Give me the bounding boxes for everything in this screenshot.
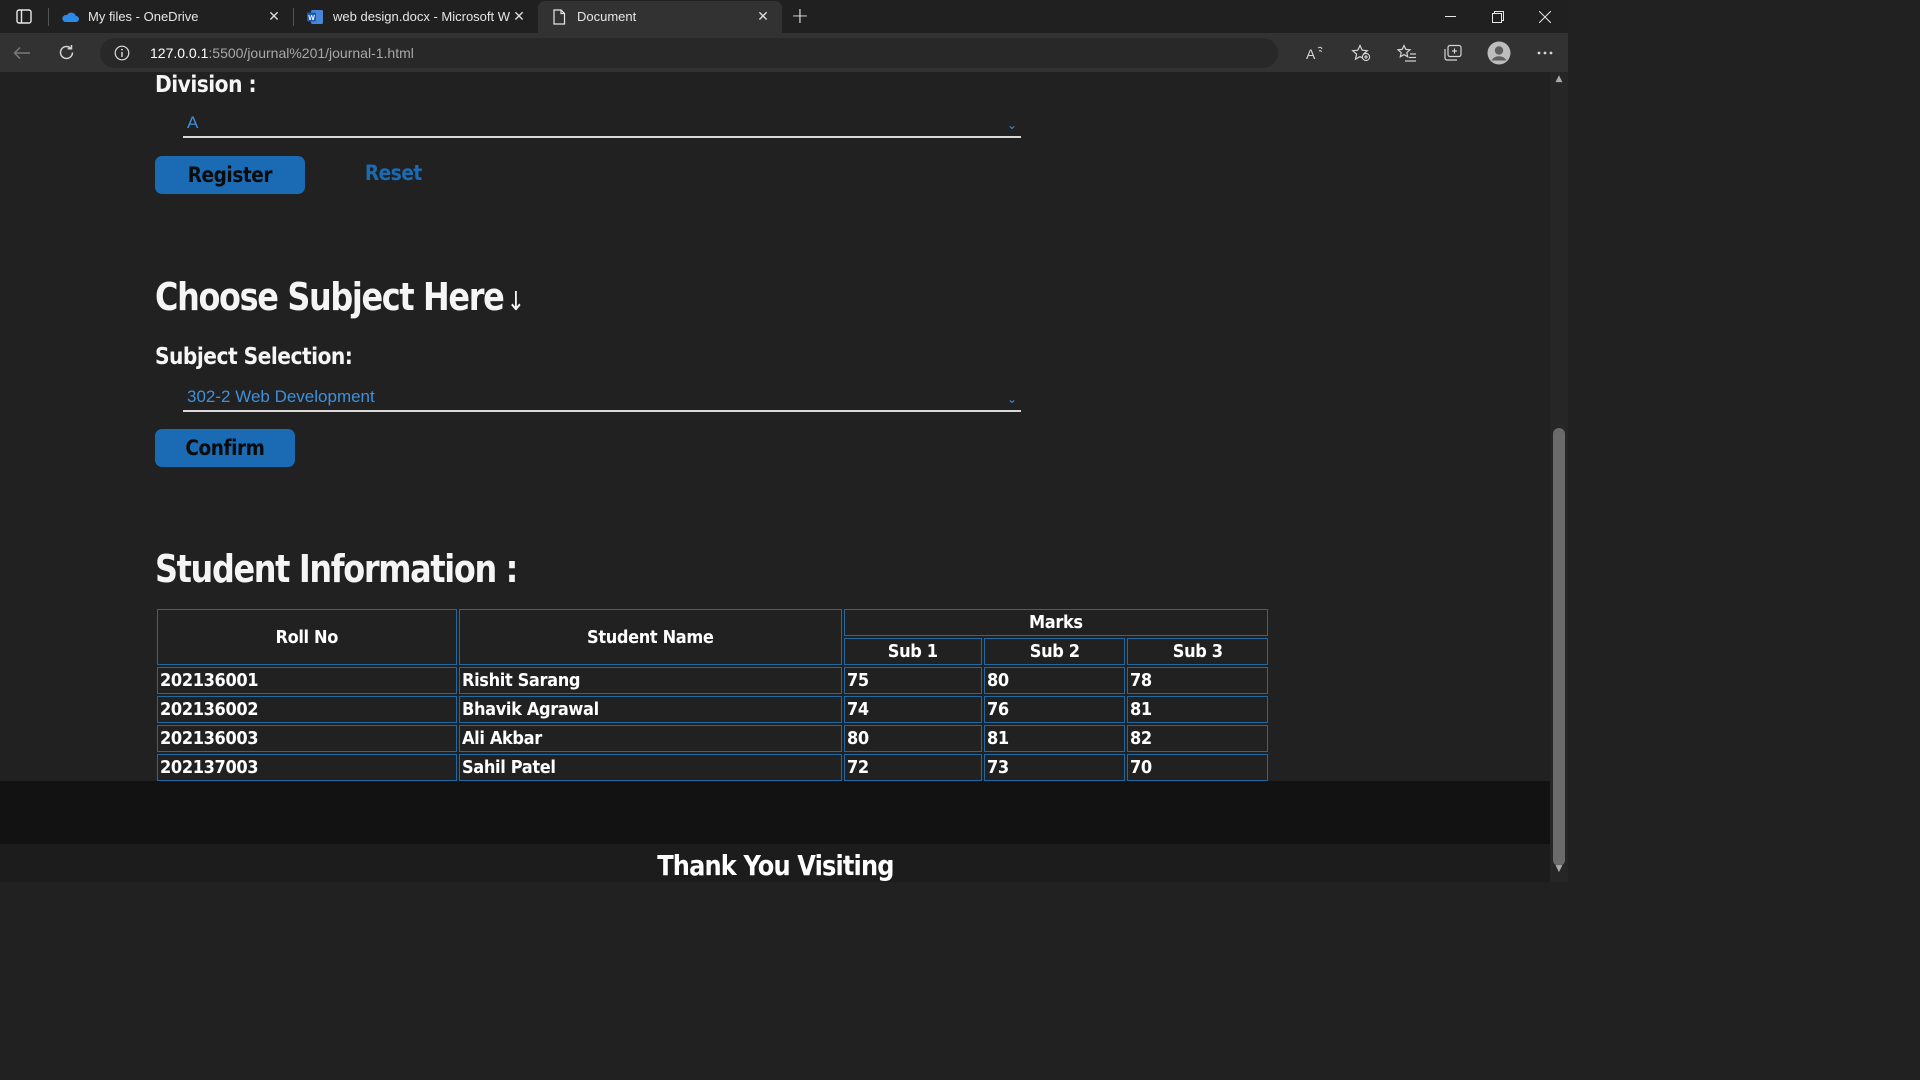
confirm-button[interactable]: Confirm <box>155 429 295 467</box>
student-name-cell: Rishit Sarang <box>459 667 842 694</box>
student-info-heading: Student Information : <box>155 547 518 591</box>
tab-title: Document <box>577 9 637 24</box>
close-icon[interactable]: ✕ <box>510 8 528 25</box>
roll-no-header: Roll No <box>157 609 457 665</box>
table-row: 202136002 Bhavik Agrawal 74 76 81 <box>157 696 1268 723</box>
sub2-cell: 73 <box>984 754 1125 781</box>
onedrive-icon <box>61 8 79 26</box>
window-close-icon[interactable] <box>1521 0 1568 33</box>
window-controls <box>1427 0 1568 33</box>
favorites-icon[interactable] <box>1384 33 1430 72</box>
roll-no-cell: 202136001 <box>157 667 457 694</box>
sub2-cell: 76 <box>984 696 1125 723</box>
read-aloud-icon[interactable]: A <box>1292 33 1338 72</box>
scroll-down-arrow-icon[interactable]: ▼ <box>1550 864 1568 880</box>
tab-word-document[interactable]: W web design.docx - Microsoft Wo ✕ <box>294 1 538 33</box>
sub2-cell: 81 <box>984 725 1125 752</box>
footer-message: Thank You Visiting <box>656 849 894 882</box>
sub2-header: Sub 2 <box>984 638 1125 665</box>
table-header-row: Roll No Student Name Marks <box>157 609 1268 665</box>
back-icon[interactable] <box>0 33 44 72</box>
restore-icon[interactable] <box>1474 0 1521 33</box>
word-icon: W <box>306 8 324 26</box>
page-footer: Thank You Visiting <box>0 781 1550 882</box>
tab-title: web design.docx - Microsoft Wo <box>333 9 510 24</box>
add-favorite-icon[interactable] <box>1338 33 1384 72</box>
tab-title: My files - OneDrive <box>88 9 199 24</box>
sub3-cell: 70 <box>1127 754 1268 781</box>
collections-icon[interactable] <box>1430 33 1476 72</box>
sub3-cell: 82 <box>1127 725 1268 752</box>
sub3-cell: 81 <box>1127 696 1268 723</box>
minimize-icon[interactable] <box>1427 0 1474 33</box>
arrow-down-icon: ↓ <box>506 287 526 317</box>
document-icon <box>550 8 568 26</box>
student-table: Roll No Student Name Marks Sub 1 Sub 2 S… <box>155 607 1270 783</box>
svg-text:A: A <box>1306 46 1316 61</box>
reset-button-label: Reset <box>364 161 422 185</box>
tab-actions-icon[interactable] <box>0 0 48 33</box>
scroll-up-arrow-icon[interactable]: ▲ <box>1550 74 1568 90</box>
student-name-cell: Sahil Patel <box>459 754 842 781</box>
sub1-cell: 72 <box>844 754 982 781</box>
subject-heading: Choose Subject Here ↓ <box>155 275 525 319</box>
footer-text: Thank You Visiting <box>0 849 1550 882</box>
student-name-header: Student Name <box>459 609 842 665</box>
sub2-cell: 80 <box>984 667 1125 694</box>
profile-avatar-icon[interactable] <box>1476 33 1522 72</box>
student-name-cell: Bhavik Agrawal <box>459 696 842 723</box>
confirm-button-label: Confirm <box>185 436 265 460</box>
subject-select-value: 302-2 Web Development <box>187 387 375 406</box>
tab-onedrive[interactable]: My files - OneDrive ✕ <box>49 1 293 33</box>
sub3-header: Sub 3 <box>1127 638 1268 665</box>
register-button[interactable]: Register <box>155 156 305 194</box>
sub1-cell: 74 <box>844 696 982 723</box>
browser-address-bar: 127.0.0.1:5500/journal%201/journal-1.htm… <box>0 33 1568 72</box>
table-row: 202137003 Sahil Patel 72 73 70 <box>157 754 1268 781</box>
sub3-cell: 78 <box>1127 667 1268 694</box>
roll-no-cell: 202137003 <box>157 754 457 781</box>
sub1-cell: 80 <box>844 725 982 752</box>
subject-selection-label: Subject Selection: <box>155 344 353 370</box>
browser-toolbar: A <box>1292 33 1568 72</box>
close-icon[interactable]: ✕ <box>754 8 772 25</box>
svg-text:W: W <box>308 14 315 21</box>
refresh-icon[interactable] <box>44 33 88 72</box>
chevron-down-icon: ⌄ <box>1006 392 1017 406</box>
student-name-cell: Ali Akbar <box>459 725 842 752</box>
sub1-header: Sub 1 <box>844 638 982 665</box>
subject-heading-text: Choose Subject Here <box>155 275 505 319</box>
url-host: 127.0.0.1 <box>150 44 209 61</box>
close-icon[interactable]: ✕ <box>265 8 283 25</box>
page-scrollbar[interactable]: ▲ ▼ <box>1550 72 1568 882</box>
more-options-icon[interactable] <box>1522 33 1568 72</box>
subject-select[interactable]: 302-2 Web Development ⌄ <box>183 382 1021 412</box>
tab-document[interactable]: Document ✕ <box>538 0 782 33</box>
site-info-icon[interactable] <box>114 45 136 61</box>
register-button-label: Register <box>187 163 273 187</box>
division-label: Division : <box>155 72 257 98</box>
chevron-down-icon: ⌄ <box>1006 118 1017 132</box>
browser-tab-bar: My files - OneDrive ✕ W web design.docx … <box>0 0 1568 33</box>
table-row: 202136003 Ali Akbar 80 81 82 <box>157 725 1268 752</box>
table-row: 202136001 Rishit Sarang 75 80 78 <box>157 667 1268 694</box>
division-select[interactable]: A ⌄ <box>183 108 1021 138</box>
roll-no-cell: 202136003 <box>157 725 457 752</box>
new-tab-icon[interactable]: + <box>782 1 818 33</box>
url-field[interactable]: 127.0.0.1:5500/journal%201/journal-1.htm… <box>100 37 1278 68</box>
url-path: :5500/journal%201/journal-1.html <box>208 44 414 61</box>
division-select-value: A <box>187 113 199 132</box>
marks-header: Marks <box>844 609 1268 636</box>
scrollbar-thumb[interactable] <box>1553 428 1565 866</box>
reset-button[interactable]: Reset <box>361 161 426 185</box>
roll-no-cell: 202136002 <box>157 696 457 723</box>
web-page: Division : A ⌄ Register Reset Choose Sub… <box>0 72 1550 882</box>
sub1-cell: 75 <box>844 667 982 694</box>
